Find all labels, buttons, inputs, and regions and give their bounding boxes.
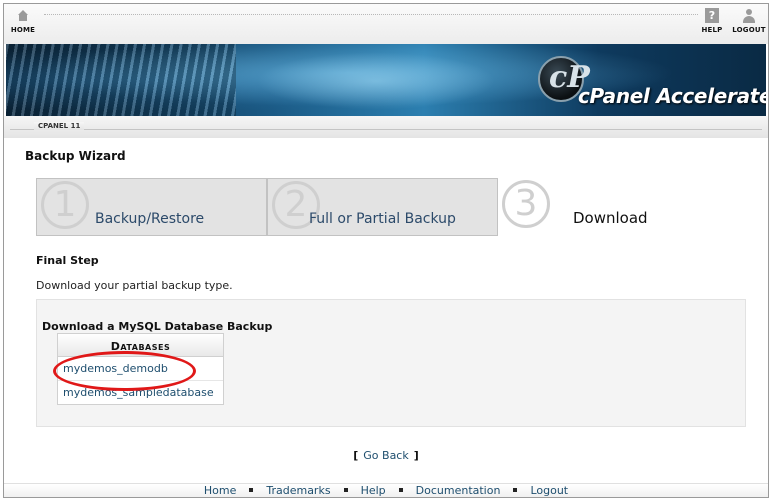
database-link-row[interactable]: mydemos_demodb (58, 357, 223, 381)
top-navigation: HOME ? HELP LOGOUT (4, 4, 768, 44)
logout-nav-button[interactable]: LOGOUT (731, 8, 767, 34)
go-back-container: [Go Back] (4, 449, 768, 462)
help-nav-label: HELP (701, 26, 723, 34)
footer-separator (513, 488, 518, 492)
home-nav-button[interactable]: HOME (10, 8, 36, 34)
footer-separator (249, 488, 254, 492)
final-step-heading: Final Step (36, 254, 99, 267)
bracket-close: ] (413, 449, 419, 462)
footer-separator (398, 488, 403, 492)
banner-cables-graphic (6, 44, 236, 116)
mysql-backup-panel: Download a MySQL Database Backup Databas… (36, 299, 746, 427)
home-nav-label: HOME (10, 26, 36, 34)
database-link-row[interactable]: mydemos_sampledatabase (58, 381, 223, 404)
logout-nav-label: LOGOUT (732, 26, 766, 34)
step-label: Full or Partial Backup (309, 211, 456, 227)
cpanel-window: HOME ? HELP LOGOUT cP cPanel Accelerated… (3, 3, 769, 498)
version-bar: CPANEL 11 (4, 116, 768, 138)
databases-table: Databases mydemos_demodb mydemos_sampled… (57, 333, 224, 405)
step-label: Backup/Restore (95, 211, 205, 227)
wizard-step-backup-restore[interactable]: 1 Backup/Restore (36, 178, 267, 236)
footer-links: Home Trademarks Help Documentation Logout (4, 483, 768, 497)
wizard-step-download: 3 Download (498, 178, 754, 236)
home-icon (15, 8, 31, 24)
step-number-icon: 1 (41, 181, 89, 229)
version-bar-rule (10, 129, 762, 130)
database-link[interactable]: mydemos_demodb (63, 362, 168, 375)
database-link[interactable]: mydemos_sampledatabase (63, 386, 214, 399)
version-label: CPANEL 11 (34, 122, 85, 130)
page-title: Backup Wizard (25, 149, 126, 163)
footer-link-home[interactable]: Home (204, 484, 236, 497)
footer-separator (343, 488, 348, 492)
header-banner: cP cPanel Accelerated (6, 44, 766, 116)
footer-link-trademarks[interactable]: Trademarks (266, 484, 330, 497)
final-step-description: Download your partial backup type. (36, 279, 233, 292)
help-icon: ? (704, 8, 720, 24)
footer-link-logout[interactable]: Logout (530, 484, 568, 497)
step-number-icon: 3 (502, 180, 550, 228)
banner-world-map-graphic (256, 52, 496, 110)
wizard-step-full-or-partial[interactable]: 2 Full or Partial Backup (267, 178, 498, 236)
step-label: Download (573, 209, 648, 227)
footer-link-documentation[interactable]: Documentation (416, 484, 501, 497)
cpanel-logo-text: cPanel Accelerated (578, 84, 766, 108)
footer-link-help[interactable]: Help (361, 484, 386, 497)
help-nav-button[interactable]: ? HELP (698, 8, 726, 34)
go-back-link[interactable]: Go Back (358, 449, 413, 462)
logout-icon (741, 8, 757, 24)
nav-divider (44, 14, 698, 15)
databases-table-header: Databases (58, 334, 223, 357)
wizard-steps: 1 Backup/Restore 2 Full or Partial Backu… (36, 178, 754, 236)
mysql-backup-title: Download a MySQL Database Backup (42, 320, 273, 333)
